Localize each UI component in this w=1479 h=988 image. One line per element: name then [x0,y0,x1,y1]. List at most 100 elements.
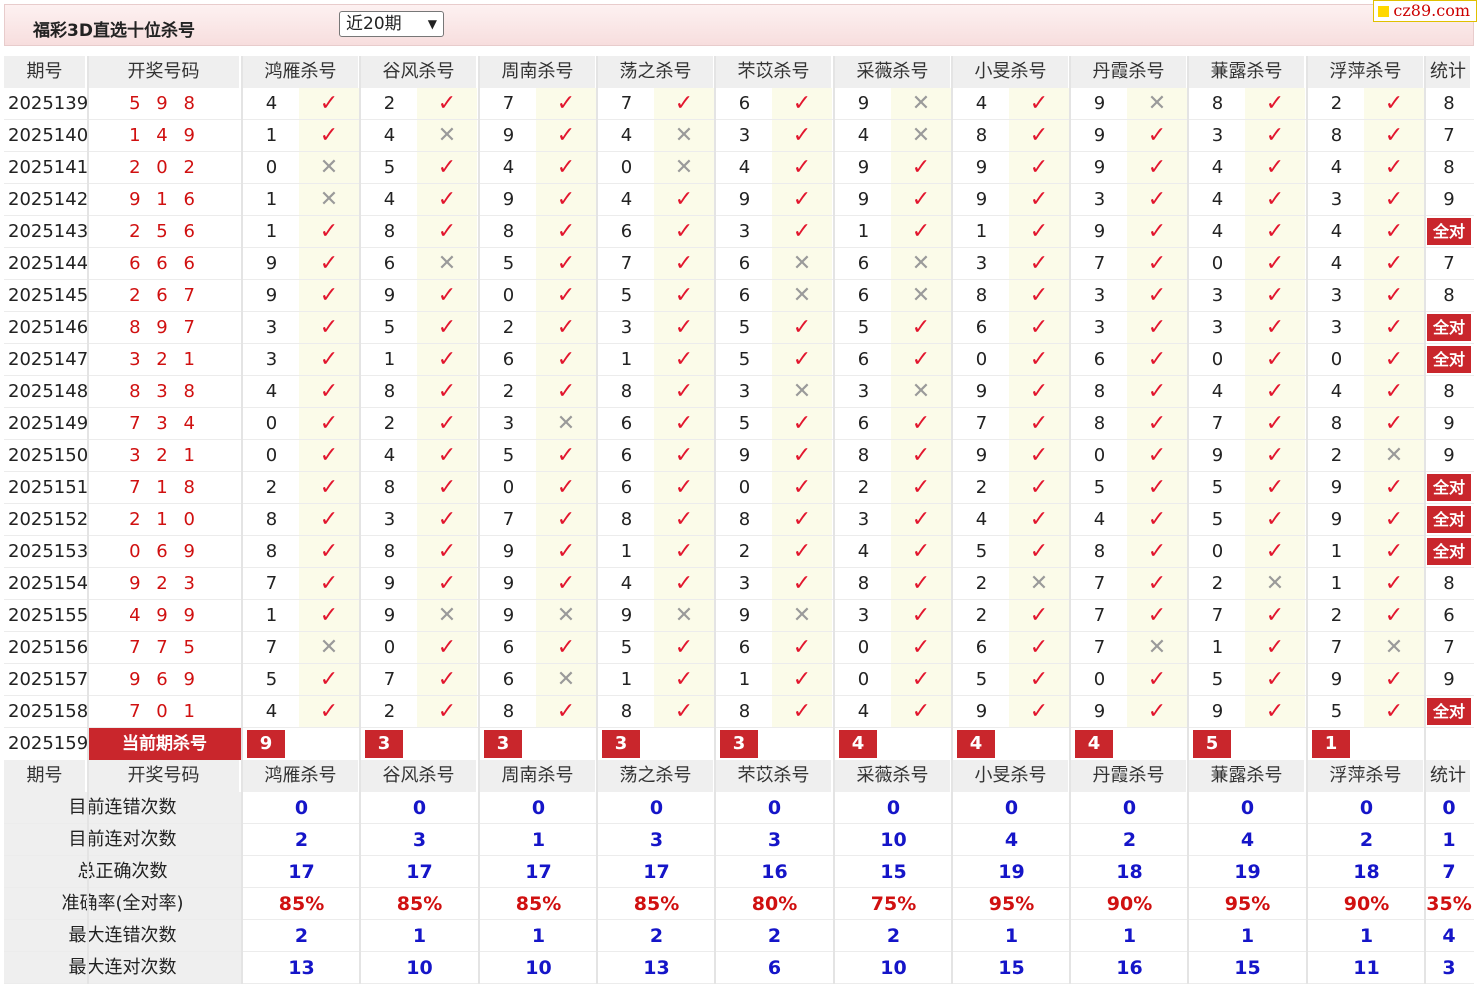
draw-number: 9 1 6 [129,189,200,210]
check-icon: ✓ [654,88,714,120]
table-row: 2025146 8 9 7 3 ✓ 5 ✓ 2 ✓ 3 ✓ 5 ✓ 5 ✓ 6 ✓ 3 ✓ 3 ✓ 3 ✓ 全对 [4,312,1474,344]
kill-number: 6 [975,637,988,658]
check-icon: ✓ [1364,248,1424,280]
kill-number: 2 [1330,445,1343,466]
cross-icon: ✕ [299,632,359,664]
row-stat: 8 [1443,573,1455,594]
kill-number: 0 [265,413,278,434]
kill-number: 4 [383,125,396,146]
check-icon: ✓ [299,408,359,440]
kill-number: 4 [1330,157,1343,178]
kill-number: 9 [738,445,751,466]
check-icon: ✓ [536,152,596,184]
kill-number: 4 [1330,253,1343,274]
kill-number: 8 [620,701,633,722]
check-icon: ✓ [299,696,359,728]
kill-number: 0 [383,637,396,658]
kill-number: 1 [1211,637,1224,658]
period-select[interactable]: 近20期 ▼ [339,11,444,37]
site-logo[interactable]: cz89.com [1373,0,1477,22]
check-icon: ✓ [1364,152,1424,184]
check-icon: ✓ [1245,440,1305,472]
kill-number: 4 [857,701,870,722]
stats-value: 15 [998,957,1025,979]
check-icon: ✓ [1127,696,1187,728]
cross-icon: ✕ [536,664,596,696]
check-icon: ✓ [891,600,951,632]
kill-number: 5 [1211,669,1224,690]
all-correct-badge: 全对 [1427,538,1471,565]
stats-value: 3 [767,829,782,851]
cross-icon: ✕ [891,248,951,280]
check-icon: ✓ [536,536,596,568]
table-row: 2025142 9 1 6 1 ✕ 4 ✓ 9 ✓ 4 ✓ 9 ✓ 9 ✓ 9 ✓ 3 ✓ 4 ✓ 3 ✓ 9 [4,184,1474,216]
check-icon: ✓ [1009,408,1069,440]
row-stat: 全对 [1426,504,1472,536]
kill-number: 9 [1330,477,1343,498]
kill-number: 4 [857,125,870,146]
table-row: 2025153 0 6 9 8 ✓ 8 ✓ 9 ✓ 1 ✓ 2 ✓ 4 ✓ 5 ✓ 8 ✓ 0 ✓ 1 ✓ 全对 [4,536,1474,568]
check-icon: ✓ [1009,696,1069,728]
header-expert: 蒹露杀号 [1189,760,1306,792]
check-icon: ✓ [417,88,477,120]
kill-number: 9 [738,605,751,626]
kill-number: 9 [502,189,515,210]
stats-value: 2 [1359,829,1374,851]
table-row: 2025156 7 7 5 7 ✕ 0 ✓ 6 ✓ 5 ✓ 6 ✓ 0 ✓ 6 ✓ 7 ✕ 1 ✓ 7 ✕ 7 [4,632,1474,664]
kill-number: 9 [857,157,870,178]
row-stat: 全对 [1426,696,1472,728]
check-icon: ✓ [299,376,359,408]
kill-number: 6 [738,637,751,658]
kill-number: 7 [265,573,278,594]
kill-number: 6 [738,253,751,274]
kill-number: 2 [265,477,278,498]
kill-number: 9 [1211,445,1224,466]
kill-number: 6 [502,637,515,658]
check-icon: ✓ [654,216,714,248]
stats-value: 0 [649,797,664,819]
check-icon: ✓ [654,248,714,280]
kill-number: 8 [620,381,633,402]
check-icon: ✓ [1009,472,1069,504]
kill-number: 9 [1093,125,1106,146]
check-icon: ✓ [536,312,596,344]
check-icon: ✓ [536,568,596,600]
check-icon: ✓ [891,504,951,536]
check-icon: ✓ [417,184,477,216]
kill-number: 5 [738,349,751,370]
check-icon: ✓ [772,120,832,152]
stats-row: 目前连错次数 0 0 0 0 0 0 0 0 0 0 0 [4,792,1474,824]
kill-number: 9 [1330,669,1343,690]
cross-icon: ✕ [536,408,596,440]
stats-row: 目前连对次数 2 3 1 3 3 10 4 2 4 2 1 [4,824,1474,856]
kill-number: 5 [502,445,515,466]
check-icon: ✓ [1245,696,1305,728]
stats-value: 75% [870,893,917,915]
stats-value: 10 [525,957,552,979]
table-row: 2025148 8 3 8 4 ✓ 8 ✓ 2 ✓ 8 ✓ 3 ✕ 3 ✕ 9 ✓ 8 ✓ 4 ✓ 4 ✓ 8 [4,376,1474,408]
kill-number: 1 [265,221,278,242]
stats-value: 0 [886,797,901,819]
row-stat: 9 [1443,669,1455,690]
issue-number: 2025158 [8,701,89,722]
check-icon: ✓ [1245,536,1305,568]
column-divider [1424,56,1426,984]
kill-number: 8 [502,221,515,242]
current-issue: 2025159 [8,733,89,754]
cross-icon: ✕ [891,88,951,120]
stats-value: 17 [288,861,315,883]
check-icon: ✓ [772,152,832,184]
check-icon: ✓ [299,312,359,344]
kill-number: 7 [1211,413,1224,434]
check-icon: ✓ [1009,600,1069,632]
table-row: 2025149 7 3 4 0 ✓ 2 ✓ 3 ✕ 6 ✓ 5 ✓ 6 ✓ 7 ✓ 8 ✓ 7 ✓ 8 ✓ 9 [4,408,1474,440]
kill-number: 6 [620,413,633,434]
check-icon: ✓ [299,664,359,696]
kill-number: 7 [975,413,988,434]
column-divider [241,56,243,984]
check-icon: ✓ [417,152,477,184]
kill-number: 6 [620,445,633,466]
check-icon: ✓ [536,696,596,728]
cross-icon: ✕ [417,248,477,280]
header-expert: 荡之杀号 [598,760,715,792]
